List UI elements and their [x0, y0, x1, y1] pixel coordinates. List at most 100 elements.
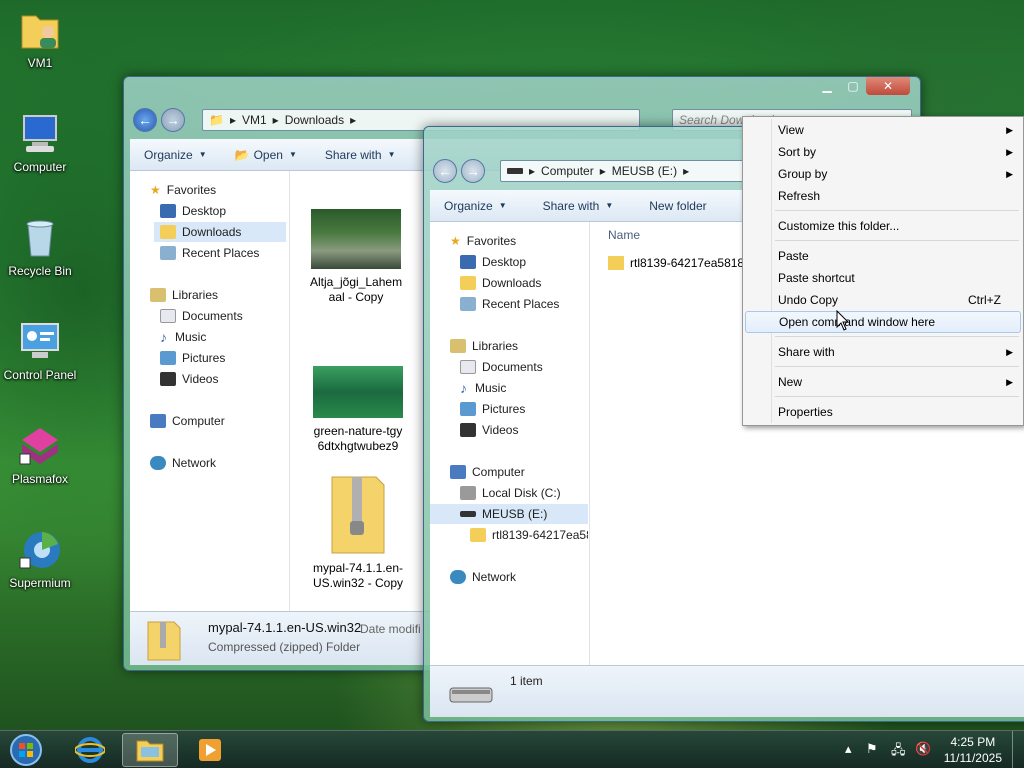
file-name: rtl8139-64217ea581892 — [630, 256, 758, 270]
file-item[interactable]: green-nature-tgy 6dtxhgtwubez9 — [310, 366, 406, 454]
share-with-button[interactable]: Share with ▼ — [529, 199, 628, 213]
column-header-name[interactable]: Name — [608, 228, 640, 242]
nav-pictures[interactable]: Pictures — [460, 399, 525, 419]
computer-icon — [150, 414, 166, 428]
desktop-icon-recycle-bin[interactable]: Recycle Bin — [0, 216, 80, 278]
nav-computer[interactable]: Computer — [450, 462, 525, 482]
network-tray-icon[interactable]: 🖧 — [891, 741, 906, 763]
minimize-button[interactable]: ▁ — [814, 77, 840, 95]
open-folder-icon: 📂 — [234, 147, 250, 162]
nav-libraries[interactable]: Libraries — [450, 336, 518, 356]
menu-item-undo-copy[interactable]: Undo Copy Ctrl+Z — [745, 289, 1021, 311]
forward-button[interactable]: → — [461, 159, 485, 183]
start-button[interactable] — [0, 733, 52, 767]
desktop-icon-vm1[interactable]: VM1 — [0, 8, 80, 70]
file-explorer-taskbar-button[interactable] — [122, 733, 178, 767]
folder-icon: 📁 — [209, 113, 224, 127]
supermium-icon — [18, 528, 62, 572]
network-icon — [150, 456, 166, 470]
clock-date: 11/11/2025 — [943, 751, 1002, 765]
window-controls: ▁ ▢ ✕ — [814, 77, 910, 95]
breadcrumb-separator: ▸ — [272, 113, 279, 127]
desktop-icon-label: VM1 — [27, 56, 53, 70]
nav-recent-places[interactable]: Recent Places — [460, 294, 559, 314]
new-folder-button[interactable]: New folder — [635, 199, 720, 213]
libraries-icon — [450, 339, 466, 353]
volume-muted-icon[interactable]: 🔇 — [915, 741, 931, 757]
user-folder-icon — [18, 8, 62, 52]
nav-downloads[interactable]: Downloads — [460, 273, 541, 293]
breadcrumb-separator: ▸ — [683, 164, 690, 178]
nav-favorites[interactable]: ★ Favorites — [150, 180, 216, 200]
desktop-icon-label: Computer — [13, 160, 67, 174]
shortcut-label: Ctrl+Z — [968, 293, 1001, 307]
desktop-icon-plasmafox[interactable]: Plasmafox — [0, 424, 80, 486]
forward-button[interactable]: → — [161, 108, 185, 132]
menu-item-paste[interactable]: Paste — [745, 245, 1021, 267]
details-date-label: Date modifi — [360, 622, 421, 636]
nav-libraries[interactable]: Libraries — [150, 285, 218, 305]
nav-music[interactable]: ♪ Music — [460, 378, 506, 398]
menu-item-properties[interactable]: Properties — [745, 401, 1021, 423]
menu-item-new[interactable]: New ▶ — [745, 371, 1021, 393]
menu-item-paste-shortcut[interactable]: Paste shortcut — [745, 267, 1021, 289]
nav-computer[interactable]: Computer — [150, 411, 225, 431]
maximize-button[interactable]: ▢ — [840, 77, 866, 95]
nav-meusb[interactable]: MEUSB (E:) — [430, 504, 588, 524]
nav-documents[interactable]: Documents — [160, 306, 243, 326]
menu-item-share-with[interactable]: Share with ▶ — [745, 341, 1021, 363]
organize-button[interactable]: Organize ▼ — [130, 148, 221, 162]
submenu-arrow-icon: ▶ — [1006, 376, 1013, 387]
menu-item-sort-by[interactable]: Sort by ▶ — [745, 141, 1021, 163]
nav-videos[interactable]: Videos — [160, 369, 218, 389]
nav-network[interactable]: Network — [450, 567, 516, 587]
breadcrumb-item[interactable]: VM1 — [242, 113, 267, 127]
share-with-button[interactable]: Share with ▼ — [311, 148, 410, 162]
nav-desktop[interactable]: Desktop — [160, 201, 226, 221]
back-button[interactable]: ← — [433, 159, 457, 183]
close-button[interactable]: ✕ — [866, 77, 910, 95]
breadcrumb-item[interactable]: Downloads — [285, 113, 344, 127]
nav-subfolder[interactable]: rtl8139-64217ea581 — [470, 525, 588, 545]
open-button[interactable]: 📂 Open ▼ — [221, 148, 311, 162]
desktop-icon-label: Recycle Bin — [8, 264, 72, 278]
nav-documents[interactable]: Documents — [460, 357, 543, 377]
desktop-icon-control-panel[interactable]: Control Panel — [0, 320, 80, 382]
zip-folder-icon — [328, 471, 388, 557]
media-player-icon[interactable] — [182, 733, 238, 767]
menu-item-customize-folder[interactable]: Customize this folder... — [745, 215, 1021, 237]
menu-item-refresh[interactable]: Refresh — [745, 185, 1021, 207]
breadcrumb-separator: ▸ — [229, 113, 236, 127]
organize-button[interactable]: Organize ▼ — [430, 199, 521, 213]
show-hidden-icons-button[interactable]: ▴ — [845, 741, 852, 757]
documents-icon — [160, 309, 176, 323]
breadcrumb-item[interactable]: Computer — [541, 164, 594, 178]
menu-item-view[interactable]: View ▶ — [745, 119, 1021, 141]
desktop-icon-computer[interactable]: Computer — [0, 112, 80, 174]
nav-downloads[interactable]: Downloads — [154, 222, 286, 242]
show-desktop-button[interactable] — [1012, 731, 1024, 768]
desktop-icon-label: Supermium — [9, 576, 71, 590]
nav-recent-places[interactable]: Recent Places — [160, 243, 259, 263]
menu-item-open-command-window[interactable]: Open command window here — [745, 311, 1021, 333]
nav-pictures[interactable]: Pictures — [160, 348, 225, 368]
nav-favorites[interactable]: ★ Favorites — [450, 231, 516, 251]
breadcrumb-item[interactable]: MEUSB (E:) — [612, 164, 677, 178]
nav-videos[interactable]: Videos — [460, 420, 518, 440]
file-item[interactable]: mypal-74.1.1.en- US.win32 - Copy — [310, 471, 406, 591]
list-item[interactable]: rtl8139-64217ea581892 — [608, 256, 757, 270]
action-center-icon[interactable]: ⚑ — [866, 741, 878, 757]
nav-music[interactable]: ♪ Music — [160, 327, 206, 347]
breadcrumb-separator: ▸ — [529, 164, 536, 178]
nav-local-disk[interactable]: Local Disk (C:) — [460, 483, 561, 503]
nav-network[interactable]: Network — [150, 453, 216, 473]
back-button[interactable]: ← — [133, 108, 157, 132]
nav-desktop[interactable]: Desktop — [460, 252, 526, 272]
menu-item-group-by[interactable]: Group by ▶ — [745, 163, 1021, 185]
file-item[interactable]: Altja_jõgi_Lahem aal - Copy — [310, 209, 402, 305]
plasmafox-icon — [18, 424, 62, 468]
internet-explorer-icon[interactable] — [62, 733, 118, 767]
system-clock[interactable]: 4:25 PM 11/11/2025 — [944, 734, 1002, 766]
desktop-icon-supermium[interactable]: Supermium — [0, 528, 80, 590]
recent-places-icon — [160, 246, 176, 260]
